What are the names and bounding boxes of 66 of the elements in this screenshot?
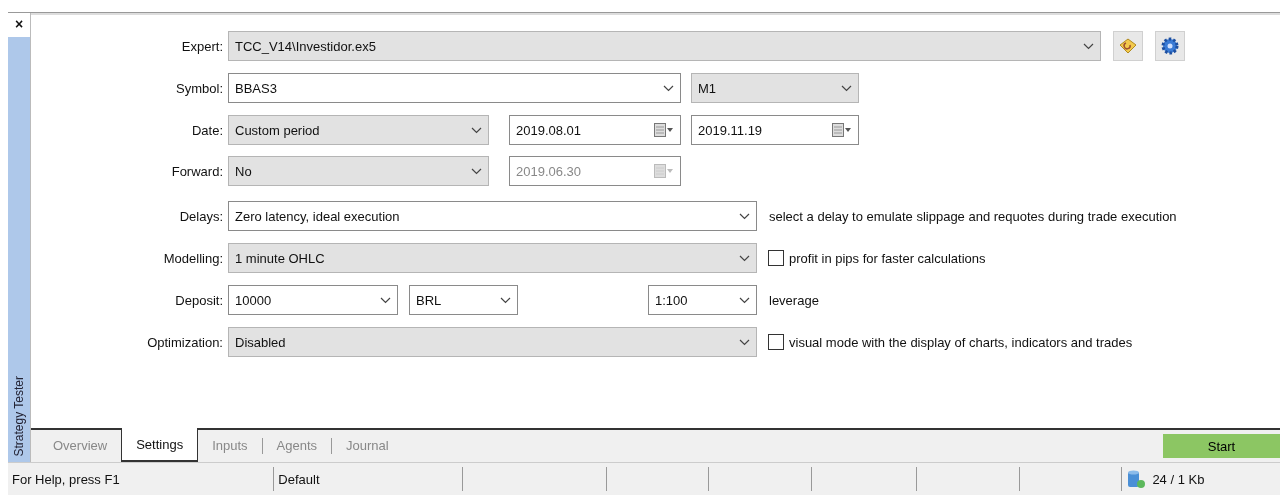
field-value: BBAS3 — [235, 80, 277, 96]
chevron-down-icon — [380, 296, 391, 304]
chevron-down-icon — [841, 84, 852, 92]
field-value: 1 minute OHLC — [235, 250, 325, 266]
settings-button[interactable] — [1155, 31, 1185, 61]
dropdown-field[interactable]: BBAS3 — [228, 73, 681, 103]
field-value: 10000 — [235, 292, 272, 308]
field-value: Zero latency, ideal execution — [235, 208, 400, 224]
dropdown-field[interactable]: BRL — [409, 285, 518, 315]
checkbox-label: profit in pips for faster calculations — [789, 250, 986, 266]
start-button[interactable]: Start — [1163, 434, 1280, 458]
field-value: Custom period — [235, 122, 320, 138]
field-value: 2019.11.19 — [698, 122, 763, 138]
dropdown-field[interactable]: No — [228, 156, 489, 186]
gear-icon — [1160, 36, 1180, 56]
field-label: Expert: — [180, 38, 223, 54]
field-label: Deposit: — [174, 292, 223, 308]
field-value: 2019.06.30 — [516, 163, 582, 179]
chevron-down-icon — [663, 84, 674, 92]
field-label: Modelling: — [162, 250, 223, 266]
checkbox-label: visual mode with the display of charts, indicators and trades — [789, 334, 1133, 350]
field-value: No — [235, 163, 252, 179]
hint-text: select a delay to emulate slippage and requotes during trade execution — [769, 208, 1177, 224]
field-value: Disabled — [235, 334, 286, 350]
date-field[interactable]: 2019.08.01 — [509, 115, 681, 145]
database-icon — [1126, 469, 1147, 489]
panel-side-tab[interactable]: Strategy Tester — [8, 37, 30, 462]
panel-title: Strategy Tester — [12, 375, 26, 456]
field-value: TCC_V14\Investidor.ex5 — [235, 38, 376, 54]
tab[interactable]: Settings — [121, 428, 199, 462]
chevron-down-icon — [471, 167, 482, 175]
dropdown-field[interactable]: TCC_V14\Investidor.ex5 — [228, 31, 1101, 61]
field-value: BRL — [416, 292, 442, 308]
chevron-down-icon — [739, 296, 750, 304]
field-label: Date: — [190, 122, 223, 138]
chevron-down-icon — [739, 212, 750, 220]
status-profile: Default — [274, 467, 463, 491]
calendar-icon[interactable] — [832, 123, 852, 137]
chevron-down-icon — [1083, 42, 1094, 50]
field-value: M1 — [698, 80, 717, 96]
dropdown-field[interactable]: 10000 — [228, 285, 398, 315]
chevron-down-icon — [739, 338, 750, 346]
dropdown-field[interactable]: Zero latency, ideal execution — [228, 201, 757, 231]
field-label: Forward: — [170, 163, 223, 179]
dropdown-field[interactable]: Custom period — [228, 115, 489, 145]
calendar-icon[interactable] — [654, 123, 674, 137]
field-value: 1:100 — [655, 292, 688, 308]
status-help: For Help, press F1 — [8, 467, 275, 491]
chevron-down-icon — [471, 126, 482, 134]
edit-button[interactable] — [1113, 31, 1143, 61]
status-traffic: 24 / 1 Kb — [1152, 471, 1205, 487]
date-field[interactable]: 2019.11.19 — [691, 115, 859, 145]
chevron-down-icon — [739, 254, 750, 262]
checkbox[interactable] — [768, 250, 784, 266]
hint-text: leverage — [769, 292, 819, 308]
checkbox[interactable] — [768, 334, 784, 350]
chevron-down-icon — [500, 296, 511, 304]
dropdown-field[interactable]: M1 — [691, 73, 859, 103]
field-label: Symbol: — [175, 80, 223, 96]
field-value: 2019.08.01 — [516, 122, 582, 138]
close-button[interactable]: × — [14, 13, 24, 37]
field-label: Delays: — [178, 208, 223, 224]
dropdown-field[interactable]: Disabled — [228, 327, 757, 357]
dropdown-field[interactable]: 1:100 — [648, 285, 757, 315]
dropdown-field[interactable]: 1 minute OHLC — [228, 243, 757, 273]
field-label: Optimization: — [146, 334, 223, 350]
